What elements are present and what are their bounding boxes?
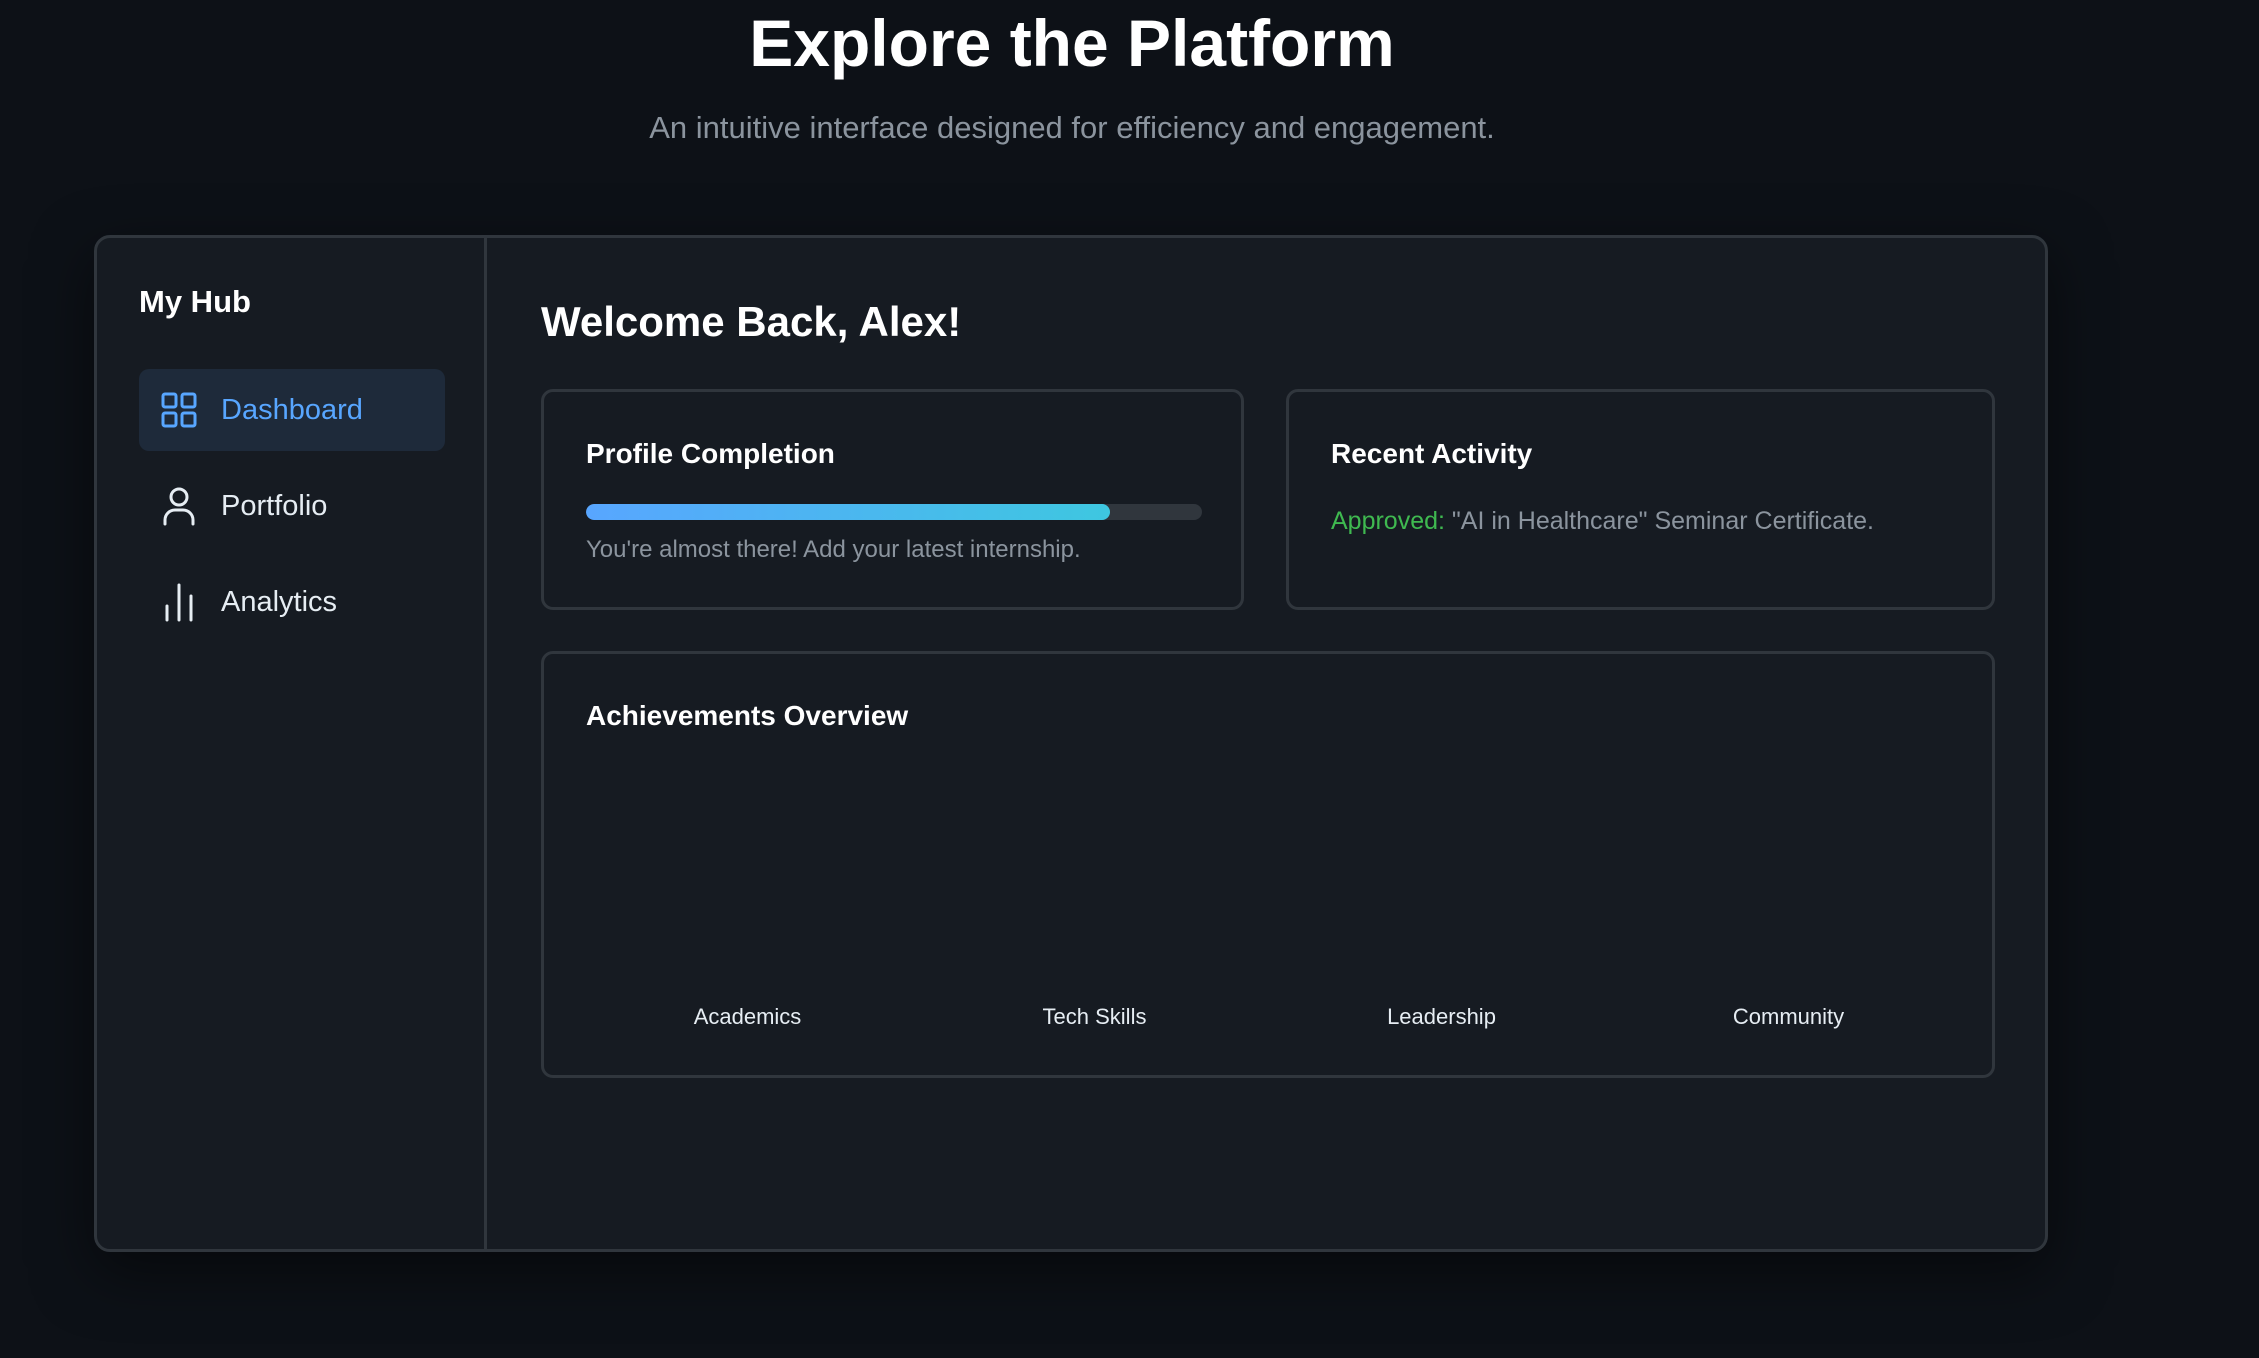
- sidebar-item-label: Dashboard: [221, 393, 363, 426]
- chart-category-label: Academics: [694, 1004, 802, 1029]
- chart-category-label: Community: [1733, 1004, 1844, 1029]
- activity-status: Approved:: [1331, 507, 1445, 535]
- grid-icon: [159, 390, 199, 430]
- recent-activity-card: Recent Activity Approved: "AI in Healthc…: [1286, 389, 1995, 610]
- sidebar-item-analytics[interactable]: Analytics: [139, 561, 445, 643]
- sidebar: My Hub Dashboard Portfolio Analytics: [97, 238, 487, 1249]
- chart-category-label: Leadership: [1387, 1004, 1496, 1029]
- profile-completion-card: Profile Completion You're almost there! …: [541, 389, 1244, 610]
- card-title: Profile Completion: [586, 438, 835, 469]
- achievements-chart: Academics Tech Skills Leadership Community: [694, 1004, 1844, 1029]
- card-title: Recent Activity: [1331, 438, 1533, 469]
- app-window: My Hub Dashboard Portfolio Analytics Wel…: [94, 235, 2048, 1252]
- activity-item: Approved: "AI in Healthcare" Seminar Cer…: [1331, 504, 1874, 538]
- bar-chart-icon: [159, 582, 199, 622]
- sidebar-item-label: Portfolio: [221, 489, 328, 522]
- chart-category-label: Tech Skills: [1043, 1004, 1147, 1029]
- sidebar-item-dashboard[interactable]: Dashboard: [139, 369, 445, 451]
- sidebar-item-label: Analytics: [221, 585, 338, 618]
- sidebar-item-portfolio[interactable]: Portfolio: [139, 465, 445, 547]
- welcome-heading: Welcome Back, Alex!: [541, 298, 962, 345]
- page-title: Explore the Platform: [749, 6, 1395, 80]
- progress-bar: [586, 504, 1202, 520]
- page-subtitle: An intuitive interface designed for effi…: [649, 110, 1495, 145]
- sidebar-title: My Hub: [139, 284, 251, 319]
- main-content: Welcome Back, Alex! Profile Completion Y…: [487, 238, 2045, 1249]
- achievements-card: Achievements Overview Academics Tech Skil…: [541, 651, 1995, 1078]
- progress-fill: [586, 504, 1110, 520]
- user-icon: [159, 486, 199, 526]
- activity-text: "AI in Healthcare" Seminar Certificate.: [1444, 507, 1874, 535]
- progress-note: You're almost there! Add your latest int…: [586, 536, 1081, 563]
